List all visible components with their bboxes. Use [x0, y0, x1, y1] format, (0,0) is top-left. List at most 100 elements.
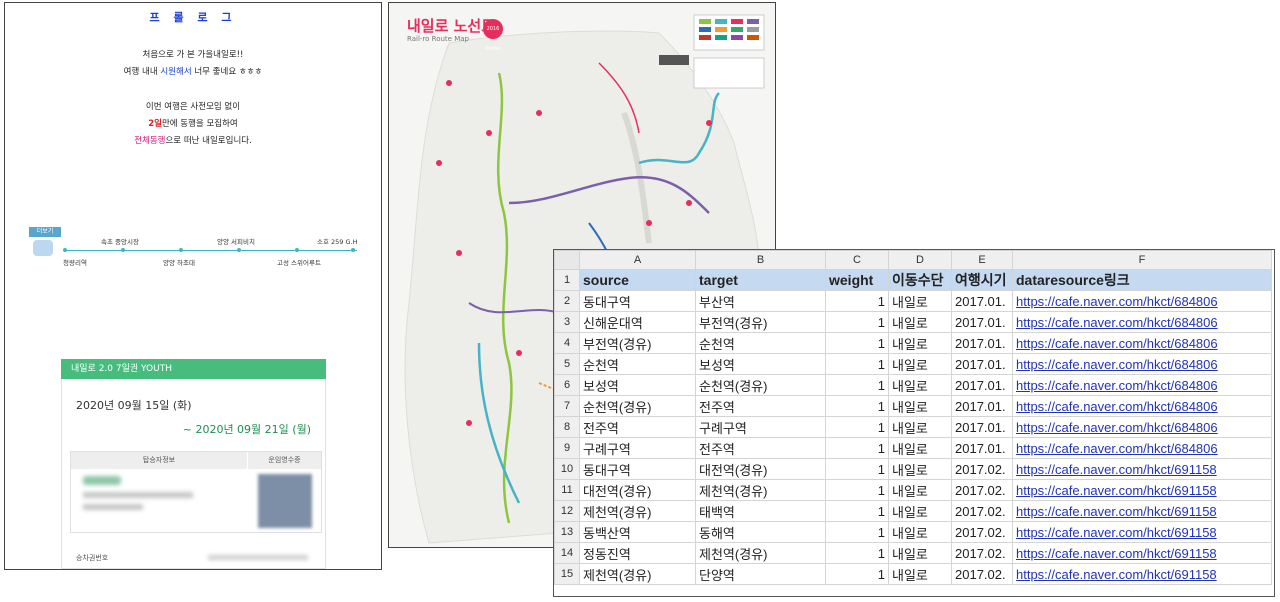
row-number[interactable]: 12 — [554, 500, 580, 522]
table-cell[interactable]: 1 — [825, 311, 889, 333]
table-cell[interactable]: 제천역(경유) — [695, 542, 826, 564]
column-header[interactable]: E — [951, 250, 1013, 270]
link-cell[interactable]: https://cafe.naver.com/hkct/684806 — [1012, 290, 1272, 312]
table-cell[interactable]: 보성역 — [579, 374, 696, 396]
table-cell[interactable]: 순천역(경유) — [579, 395, 696, 417]
link-cell[interactable]: https://cafe.naver.com/hkct/684806 — [1012, 332, 1272, 354]
row-number[interactable]: 8 — [554, 416, 580, 438]
table-cell[interactable]: 동대구역 — [579, 458, 696, 480]
link-cell[interactable]: https://cafe.naver.com/hkct/684806 — [1012, 374, 1272, 396]
link-cell[interactable]: https://cafe.naver.com/hkct/691158 — [1012, 521, 1272, 543]
column-header[interactable]: C — [825, 250, 889, 270]
row-number[interactable]: 5 — [554, 353, 580, 375]
table-cell[interactable]: 2017.01. — [951, 311, 1013, 333]
column-header[interactable]: A — [579, 250, 696, 270]
header-cell[interactable]: source — [579, 269, 696, 291]
row-number[interactable]: 10 — [554, 458, 580, 480]
table-cell[interactable]: 2017.01. — [951, 290, 1013, 312]
table-cell[interactable]: 2017.01. — [951, 416, 1013, 438]
table-cell[interactable]: 1 — [825, 479, 889, 501]
row-number[interactable]: 4 — [554, 332, 580, 354]
table-cell[interactable]: 제천역(경유) — [579, 500, 696, 522]
link-cell[interactable]: https://cafe.naver.com/hkct/684806 — [1012, 437, 1272, 459]
link-cell[interactable]: https://cafe.naver.com/hkct/684806 — [1012, 353, 1272, 375]
link-cell[interactable]: https://cafe.naver.com/hkct/691158 — [1012, 563, 1272, 585]
table-cell[interactable]: 1 — [825, 521, 889, 543]
table-cell[interactable]: 제천역(경유) — [579, 563, 696, 585]
row-number[interactable]: 6 — [554, 374, 580, 396]
header-cell[interactable]: target — [695, 269, 826, 291]
table-cell[interactable]: 대전역(경유) — [579, 479, 696, 501]
table-cell[interactable]: 내일로 — [888, 416, 952, 438]
table-cell[interactable]: 2017.02. — [951, 563, 1013, 585]
table-cell[interactable]: 내일로 — [888, 500, 952, 522]
table-cell[interactable]: 1 — [825, 332, 889, 354]
table-cell[interactable]: 2017.02. — [951, 479, 1013, 501]
table-cell[interactable]: 신해운대역 — [579, 311, 696, 333]
more-badge[interactable]: 더보기 — [29, 227, 61, 237]
table-cell[interactable]: 내일로 — [888, 374, 952, 396]
table-cell[interactable]: 태백역 — [695, 500, 826, 522]
table-cell[interactable]: 내일로 — [888, 311, 952, 333]
table-cell[interactable]: 1 — [825, 563, 889, 585]
table-cell[interactable]: 1 — [825, 290, 889, 312]
table-cell[interactable]: 내일로 — [888, 563, 952, 585]
table-cell[interactable]: 동해역 — [695, 521, 826, 543]
table-cell[interactable]: 2017.01. — [951, 332, 1013, 354]
table-cell[interactable]: 내일로 — [888, 458, 952, 480]
table-cell[interactable]: 전주역 — [579, 416, 696, 438]
row-number[interactable]: 1 — [554, 269, 580, 291]
table-cell[interactable]: 1 — [825, 416, 889, 438]
table-cell[interactable]: 1 — [825, 542, 889, 564]
table-cell[interactable]: 제천역(경유) — [695, 479, 826, 501]
table-cell[interactable]: 내일로 — [888, 395, 952, 417]
table-cell[interactable]: 1 — [825, 353, 889, 375]
row-number[interactable]: 9 — [554, 437, 580, 459]
table-cell[interactable]: 내일로 — [888, 437, 952, 459]
table-cell[interactable]: 2017.02. — [951, 521, 1013, 543]
link-cell[interactable]: https://cafe.naver.com/hkct/684806 — [1012, 311, 1272, 333]
table-cell[interactable]: 구례구역 — [579, 437, 696, 459]
table-cell[interactable]: 1 — [825, 374, 889, 396]
row-number[interactable]: 2 — [554, 290, 580, 312]
table-cell[interactable]: 전주역 — [695, 395, 826, 417]
link-cell[interactable]: https://cafe.naver.com/hkct/691158 — [1012, 542, 1272, 564]
table-cell[interactable]: 1 — [825, 395, 889, 417]
table-cell[interactable]: 순천역 — [695, 332, 826, 354]
column-header[interactable]: B — [695, 250, 826, 270]
table-cell[interactable]: 1 — [825, 500, 889, 522]
link-cell[interactable]: https://cafe.naver.com/hkct/684806 — [1012, 395, 1272, 417]
row-number[interactable]: 14 — [554, 542, 580, 564]
table-cell[interactable]: 부전역(경유) — [579, 332, 696, 354]
column-header[interactable]: D — [888, 250, 952, 270]
table-cell[interactable]: 부산역 — [695, 290, 826, 312]
link-cell[interactable]: https://cafe.naver.com/hkct/691158 — [1012, 458, 1272, 480]
table-cell[interactable]: 2017.01. — [951, 437, 1013, 459]
header-cell[interactable]: 여행시기 — [951, 269, 1013, 291]
table-cell[interactable]: 2017.02. — [951, 500, 1013, 522]
table-cell[interactable]: 내일로 — [888, 332, 952, 354]
table-cell[interactable]: 동대구역 — [579, 290, 696, 312]
table-cell[interactable]: 정동진역 — [579, 542, 696, 564]
column-header[interactable]: F — [1012, 250, 1272, 270]
table-cell[interactable]: 순천역(경유) — [695, 374, 826, 396]
table-cell[interactable]: 전주역 — [695, 437, 826, 459]
table-cell[interactable]: 순천역 — [579, 353, 696, 375]
header-cell[interactable]: weight — [825, 269, 889, 291]
table-cell[interactable]: 단양역 — [695, 563, 826, 585]
table-cell[interactable]: 2017.01. — [951, 395, 1013, 417]
header-cell[interactable]: 이동수단 — [888, 269, 952, 291]
table-cell[interactable]: 1 — [825, 458, 889, 480]
row-number[interactable]: 13 — [554, 521, 580, 543]
table-cell[interactable]: 2017.01. — [951, 353, 1013, 375]
table-cell[interactable]: 동백산역 — [579, 521, 696, 543]
table-cell[interactable]: 보성역 — [695, 353, 826, 375]
table-cell[interactable]: 내일로 — [888, 290, 952, 312]
table-cell[interactable]: 2017.02. — [951, 542, 1013, 564]
table-cell[interactable]: 2017.01. — [951, 374, 1013, 396]
table-cell[interactable]: 2017.02. — [951, 458, 1013, 480]
link-cell[interactable]: https://cafe.naver.com/hkct/691158 — [1012, 500, 1272, 522]
table-cell[interactable]: 대전역(경유) — [695, 458, 826, 480]
table-cell[interactable]: 내일로 — [888, 353, 952, 375]
table-cell[interactable]: 1 — [825, 437, 889, 459]
